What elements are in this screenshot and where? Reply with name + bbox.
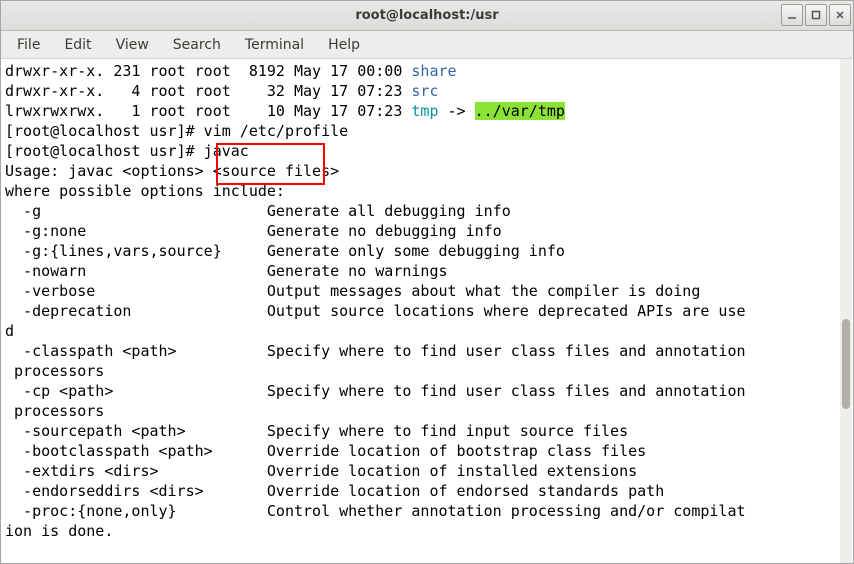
terminal-window: root@localhost:/usr FileEditViewSearchTe…	[0, 0, 854, 564]
menubar: FileEditViewSearchTerminalHelp	[1, 31, 853, 59]
close-button[interactable]	[829, 4, 851, 26]
menu-item-file[interactable]: File	[5, 33, 52, 57]
menu-item-terminal[interactable]: Terminal	[233, 33, 316, 57]
titlebar: root@localhost:/usr	[1, 1, 853, 31]
minimize-button[interactable]	[781, 4, 803, 26]
menu-item-edit[interactable]: Edit	[52, 33, 103, 57]
scrollbar[interactable]	[840, 59, 852, 563]
terminal-content[interactable]: drwxr-xr-x. 231 root root 8192 May 17 00…	[1, 59, 853, 543]
scrollbar-thumb[interactable]	[842, 319, 850, 409]
maximize-button[interactable]	[805, 4, 827, 26]
window-title: root@localhost:/usr	[1, 8, 853, 23]
menu-item-search[interactable]: Search	[161, 33, 233, 57]
menu-item-view[interactable]: View	[104, 33, 161, 57]
terminal-area[interactable]: drwxr-xr-x. 231 root root 8192 May 17 00…	[1, 59, 853, 563]
menu-item-help[interactable]: Help	[316, 33, 372, 57]
window-controls	[781, 4, 851, 26]
